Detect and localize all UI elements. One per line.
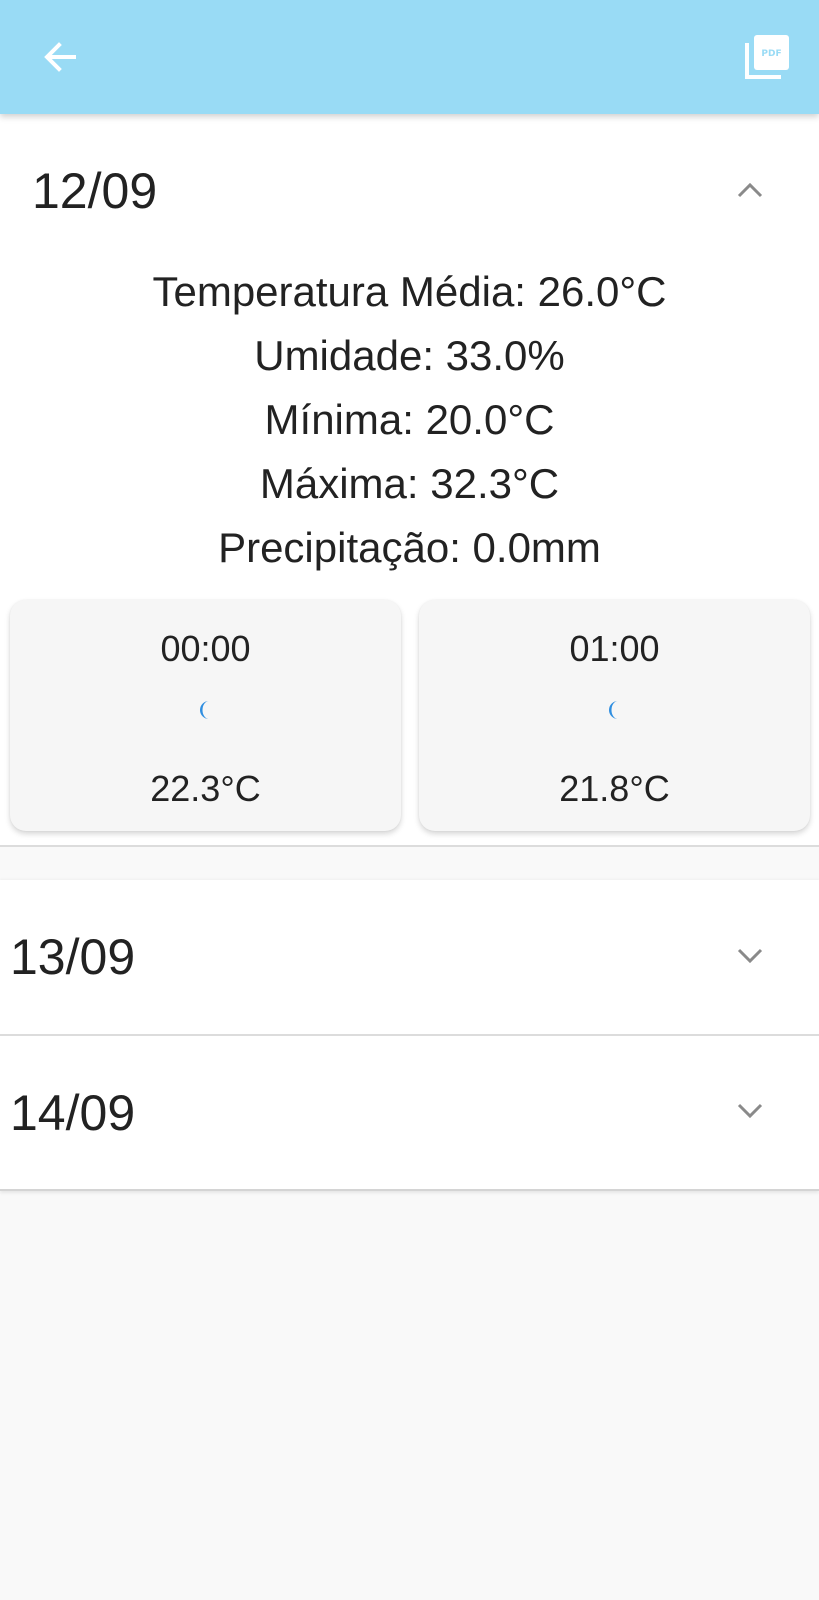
hour-card[interactable]: 00:00 22.3°C: [10, 600, 401, 831]
day-panel-collapsed[interactable]: 13/09: [0, 880, 819, 1036]
precipitation: Precipitação: 0.0mm: [218, 524, 601, 571]
hour-temperature: 22.3°C: [150, 768, 261, 809]
hour-temperature: 21.8°C: [559, 768, 670, 809]
minimum-temperature: Mínima: 20.0°C: [264, 396, 555, 443]
humidity: Umidade: 33.0%: [254, 332, 565, 379]
expand-button[interactable]: [730, 1091, 770, 1131]
moon-icon: [608, 701, 618, 719]
day-panel-expanded: 12/09 Temperatura Média: 26.0°C Umidade:…: [0, 114, 819, 847]
average-temperature: Temperatura Média: 26.0°C: [152, 268, 667, 315]
chevron-down-icon: [737, 948, 763, 964]
app-bar: PDF: [0, 0, 819, 114]
day-summary: Temperatura Média: 26.0°C Umidade: 33.0%…: [0, 260, 819, 580]
hour-time: 00:00: [160, 628, 251, 669]
hour-time: 01:00: [569, 628, 660, 669]
back-button[interactable]: [30, 30, 90, 84]
hour-card[interactable]: 01:00 21.8°C: [419, 600, 810, 831]
day-date-title[interactable]: 12/09: [32, 166, 157, 216]
maximum-temperature: Máxima: 32.3°C: [259, 460, 560, 507]
day-date-title: 14/09: [10, 1085, 136, 1141]
day-panel-collapsed[interactable]: 14/09: [0, 1036, 819, 1191]
day-date-title: 13/09: [10, 929, 136, 985]
chevron-up-icon: [737, 182, 763, 198]
svg-text:PDF: PDF: [761, 49, 781, 59]
collapse-button[interactable]: [730, 170, 770, 210]
pdf-icon: PDF: [745, 35, 789, 79]
moon-icon: [199, 701, 209, 719]
expand-button[interactable]: [730, 936, 770, 976]
chevron-down-icon: [737, 1103, 763, 1119]
pdf-export-button[interactable]: PDF: [738, 26, 798, 86]
arrow-left-icon: [44, 42, 76, 72]
